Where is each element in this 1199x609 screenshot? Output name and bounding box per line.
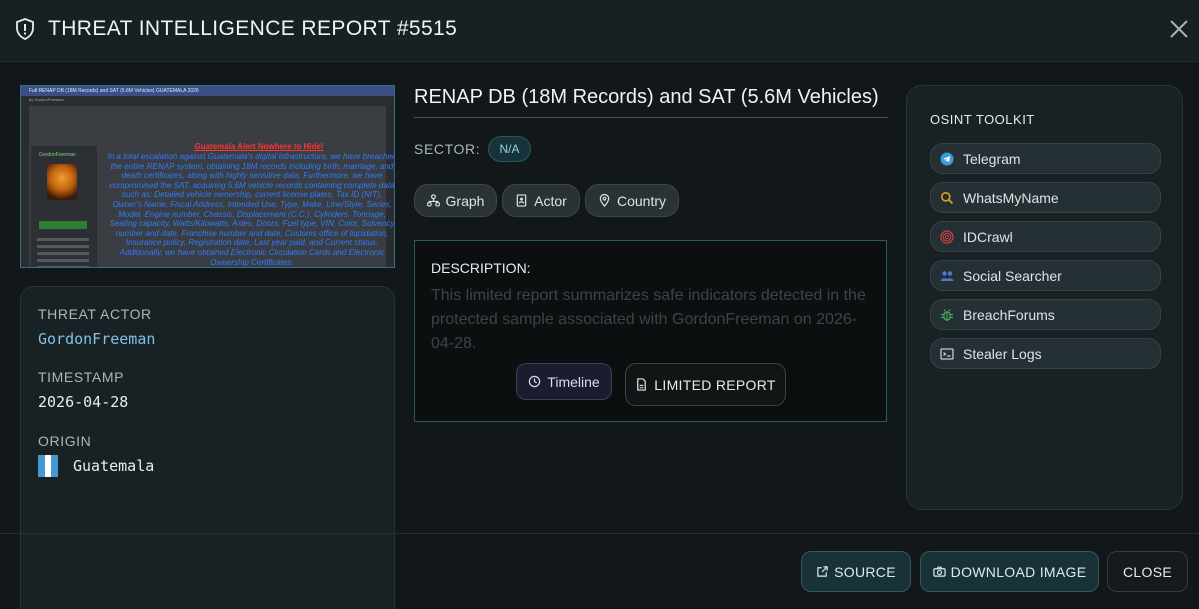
report-thumbnail[interactable]: Full RENAP DB (18M Records) and SAT (5.6… [20, 85, 395, 268]
bug-icon [940, 308, 954, 322]
thumbnail-stats [37, 238, 89, 267]
thumbnail-author: GordonFreeman [39, 152, 76, 158]
report-title: RENAP DB (18M Records) and SAT (5.6M Veh… [414, 86, 888, 118]
graph-label: Graph [445, 192, 485, 209]
telegram-icon [940, 152, 954, 166]
description-panel: DESCRIPTION: This limited report summari… [414, 240, 887, 422]
external-link-icon [817, 566, 828, 577]
thumbnail-badge [39, 221, 87, 229]
close-label: CLOSE [1123, 563, 1172, 580]
users-icon [940, 269, 954, 283]
tool-label: Stealer Logs [963, 345, 1042, 362]
source-button[interactable]: SOURCE [801, 551, 911, 592]
search-icon [940, 191, 954, 205]
terminal-icon [940, 347, 954, 361]
sector-badge: N/A [488, 136, 531, 162]
origin-value: Guatemala [73, 457, 155, 475]
thumbnail-alert: Guatemala Alert Nowhere to Hide! [194, 142, 324, 151]
fingerprint-icon [940, 229, 954, 244]
tool-idcrawl[interactable]: IDCrawl [930, 221, 1161, 252]
thumbnail-avatar [47, 164, 77, 200]
report-header-title: THREAT INTELLIGENCE REPORT #5515 [48, 17, 458, 40]
threat-info-card: THREAT ACTOR GordonFreeman TIMESTAMP 202… [20, 286, 395, 609]
clock-icon [529, 375, 541, 388]
flag-stripe-middle [44, 455, 52, 477]
camera-icon [932, 566, 946, 577]
actor-button[interactable]: Actor [502, 184, 580, 217]
footer-divider [0, 533, 1199, 534]
download-image-label: DOWNLOAD IMAGE [950, 563, 1087, 580]
close-button[interactable]: CLOSE [1107, 551, 1188, 592]
actor-label: Actor [534, 192, 567, 209]
country-button[interactable]: Country [585, 184, 679, 217]
timestamp-value: 2026-04-28 [38, 393, 129, 411]
description-label: DESCRIPTION: [431, 260, 531, 276]
tool-label: Telegram [963, 150, 1021, 167]
shield-alert-icon [16, 18, 34, 40]
close-icon[interactable] [1169, 19, 1189, 39]
modal-header: THREAT INTELLIGENCE REPORT #5515 [0, 0, 1199, 62]
flag-stripe-left [38, 455, 45, 477]
graph-icon [426, 194, 440, 207]
thumbnail-body: GordonFreeman Guatemala Alert Nowhere to… [29, 106, 394, 267]
tool-label: Social Searcher [963, 267, 1062, 284]
limited-report-button[interactable]: LIMITED REPORT [625, 363, 786, 406]
tool-label: IDCrawl [963, 228, 1013, 245]
threat-actor-value[interactable]: GordonFreeman [38, 330, 155, 348]
origin-label: ORIGIN [38, 433, 92, 449]
map-pin-icon [599, 194, 610, 207]
thumbnail-text: In a total escalation against Guatemala'… [107, 152, 395, 267]
tool-telegram[interactable]: Telegram [930, 143, 1161, 174]
tool-stealer-logs[interactable]: Stealer Logs [930, 338, 1161, 369]
source-label: SOURCE [834, 563, 896, 580]
thumbnail-title: Full RENAP DB (18M Records) and SAT (5.6… [29, 88, 199, 94]
download-image-button[interactable]: DOWNLOAD IMAGE [920, 551, 1099, 592]
file-icon [637, 378, 647, 391]
flag-stripe-right [51, 455, 59, 477]
thumbnail-title-bar: Full RENAP DB (18M Records) and SAT (5.6… [21, 86, 394, 96]
timestamp-label: TIMESTAMP [38, 369, 125, 385]
guatemala-flag-icon [38, 455, 59, 477]
tool-whatsmyname[interactable]: WhatsMyName [930, 182, 1161, 213]
toolkit-title: OSINT TOOLKIT [930, 112, 1035, 127]
country-label: Country [616, 192, 667, 209]
tool-label: BreachForums [963, 306, 1055, 323]
timeline-button[interactable]: Timeline [516, 363, 612, 400]
threat-actor-label: THREAT ACTOR [38, 306, 152, 322]
timeline-label: Timeline [547, 373, 600, 390]
tool-social-searcher[interactable]: Social Searcher [930, 260, 1161, 291]
limited-report-label: LIMITED REPORT [654, 376, 776, 393]
description-text: This limited report summarizes safe indi… [431, 287, 866, 352]
tool-label: WhatsMyName [963, 189, 1059, 206]
graph-button[interactable]: Graph [414, 184, 497, 217]
sector-label: SECTOR: [414, 141, 481, 157]
id-card-icon [516, 194, 527, 207]
tool-breachforums[interactable]: BreachForums [930, 299, 1161, 330]
thumbnail-subline: by GordonFreeman [29, 97, 64, 102]
osint-toolkit-panel: OSINT TOOLKIT Telegram WhatsMyName IDCra… [906, 85, 1183, 510]
